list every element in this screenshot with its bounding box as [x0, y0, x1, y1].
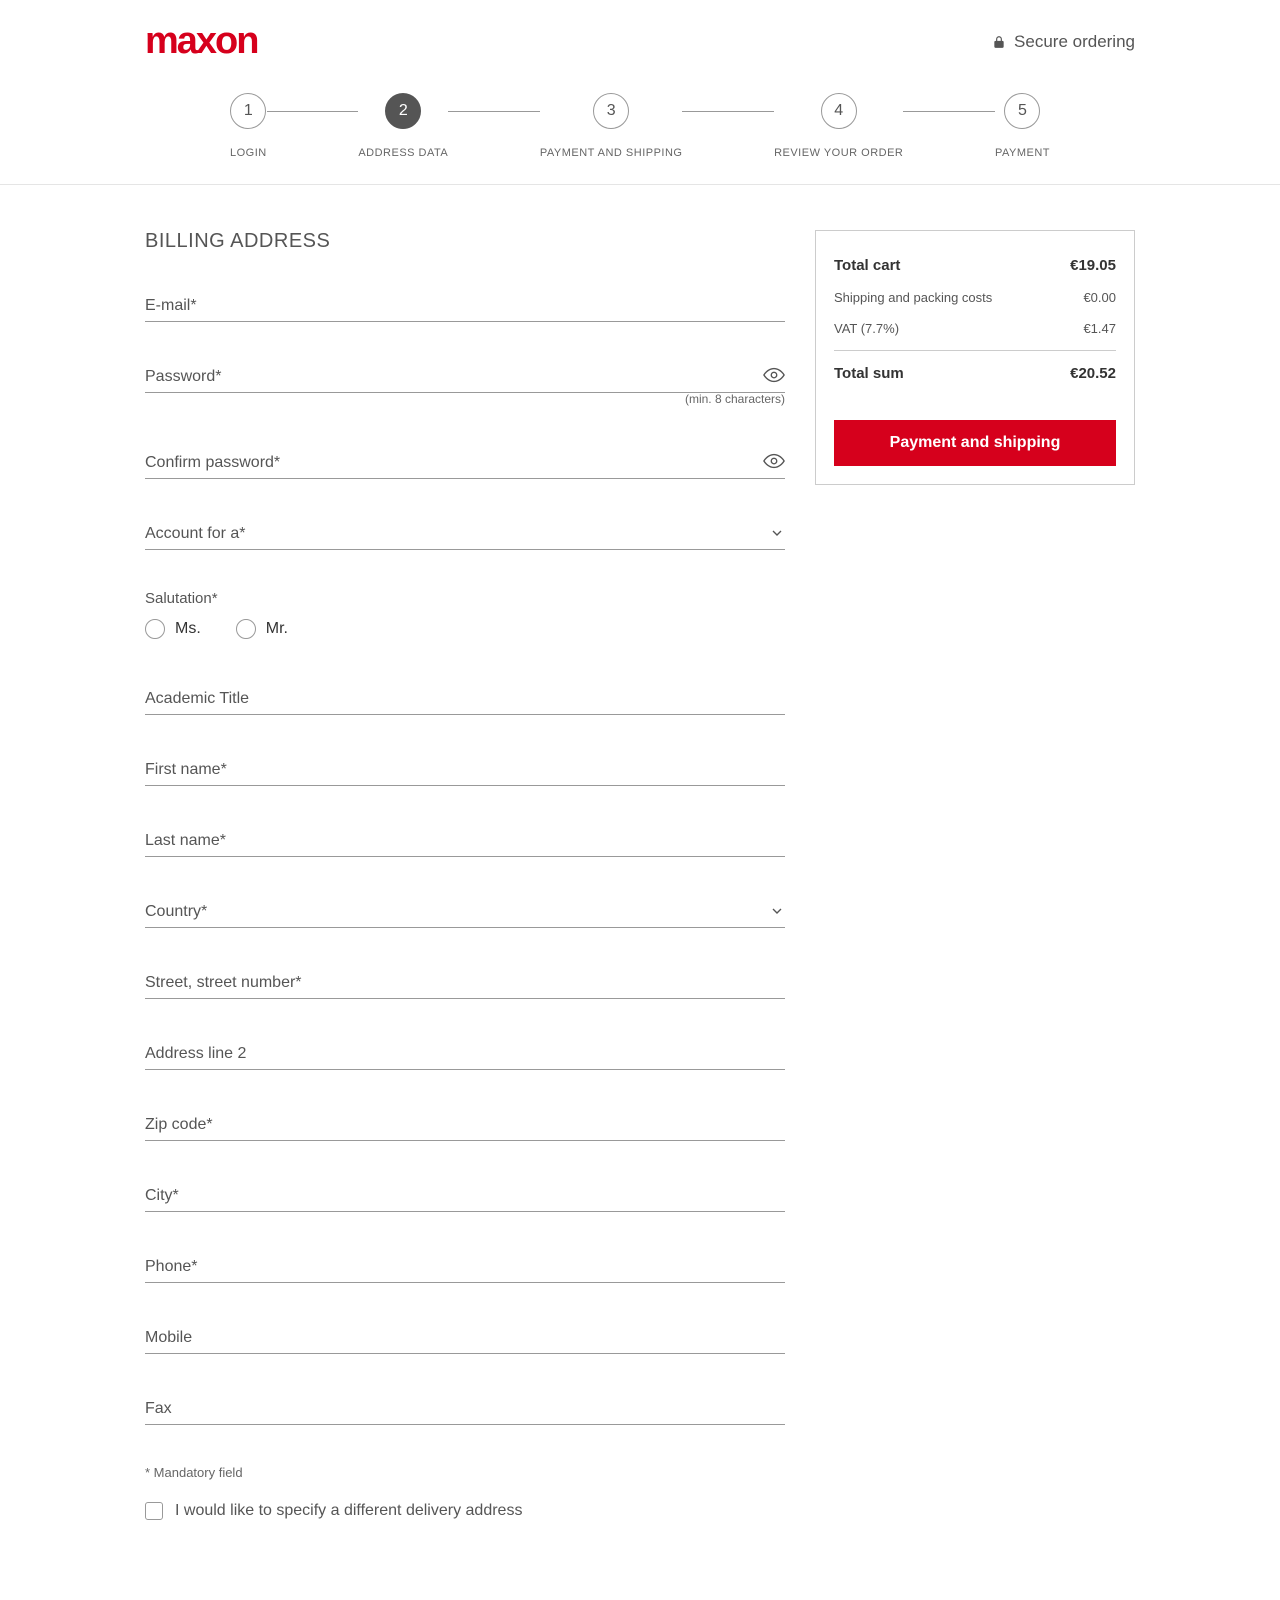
total-cart-label: Total cart	[834, 257, 900, 274]
secure-badge: Secure ordering	[992, 32, 1135, 52]
logo[interactable]: maxon	[145, 20, 257, 63]
address-line2-field[interactable]	[145, 1039, 785, 1070]
step-payment-shipping[interactable]: 3 PAYMENT AND SHIPPING	[540, 93, 683, 159]
salutation-label: Salutation*	[145, 590, 785, 607]
different-delivery-label: I would like to specify a different deli…	[175, 1502, 522, 1520]
eye-icon[interactable]	[763, 450, 785, 472]
total-sum-value: €20.52	[1070, 365, 1116, 382]
mobile-field[interactable]	[145, 1323, 785, 1354]
academic-title-field[interactable]	[145, 684, 785, 715]
zip-field[interactable]	[145, 1110, 785, 1141]
radio-icon	[236, 619, 256, 639]
first-name-field[interactable]	[145, 755, 785, 786]
step-login[interactable]: 1 LOGIN	[230, 93, 267, 159]
shipping-label: Shipping and packing costs	[834, 290, 992, 305]
checkout-steps: 1 LOGIN 2 ADDRESS DATA 3 PAYMENT AND SHI…	[230, 93, 1050, 159]
mandatory-note: * Mandatory field	[145, 1465, 785, 1480]
salutation-ms[interactable]: Ms.	[145, 619, 201, 639]
different-delivery-checkbox[interactable]	[145, 1502, 163, 1520]
step-address[interactable]: 2 ADDRESS DATA	[358, 93, 448, 159]
last-name-field[interactable]	[145, 826, 785, 857]
total-sum-label: Total sum	[834, 365, 904, 382]
order-summary: Total cart €19.05 Shipping and packing c…	[815, 230, 1135, 485]
payment-shipping-button[interactable]: Payment and shipping	[834, 420, 1116, 466]
step-review[interactable]: 4 REVIEW YOUR ORDER	[774, 93, 903, 159]
confirm-password-field[interactable]	[145, 448, 785, 479]
password-field[interactable]	[145, 362, 785, 393]
step-payment[interactable]: 5 PAYMENT	[995, 93, 1050, 159]
city-field[interactable]	[145, 1181, 785, 1212]
account-for-select[interactable]	[145, 519, 785, 550]
country-select[interactable]	[145, 897, 785, 928]
password-hint: (min. 8 characters)	[685, 392, 785, 406]
phone-field[interactable]	[145, 1252, 785, 1283]
salutation-mr[interactable]: Mr.	[236, 619, 288, 639]
total-cart-value: €19.05	[1070, 257, 1116, 274]
shipping-value: €0.00	[1083, 290, 1116, 305]
lock-icon	[992, 35, 1006, 49]
fax-field[interactable]	[145, 1394, 785, 1425]
street-field[interactable]	[145, 968, 785, 999]
secure-text: Secure ordering	[1014, 32, 1135, 52]
eye-icon[interactable]	[763, 364, 785, 386]
radio-icon	[145, 619, 165, 639]
vat-label: VAT (7.7%)	[834, 321, 899, 336]
email-field[interactable]	[145, 291, 785, 322]
vat-value: €1.47	[1083, 321, 1116, 336]
page-title: BILLING ADDRESS	[145, 230, 785, 253]
